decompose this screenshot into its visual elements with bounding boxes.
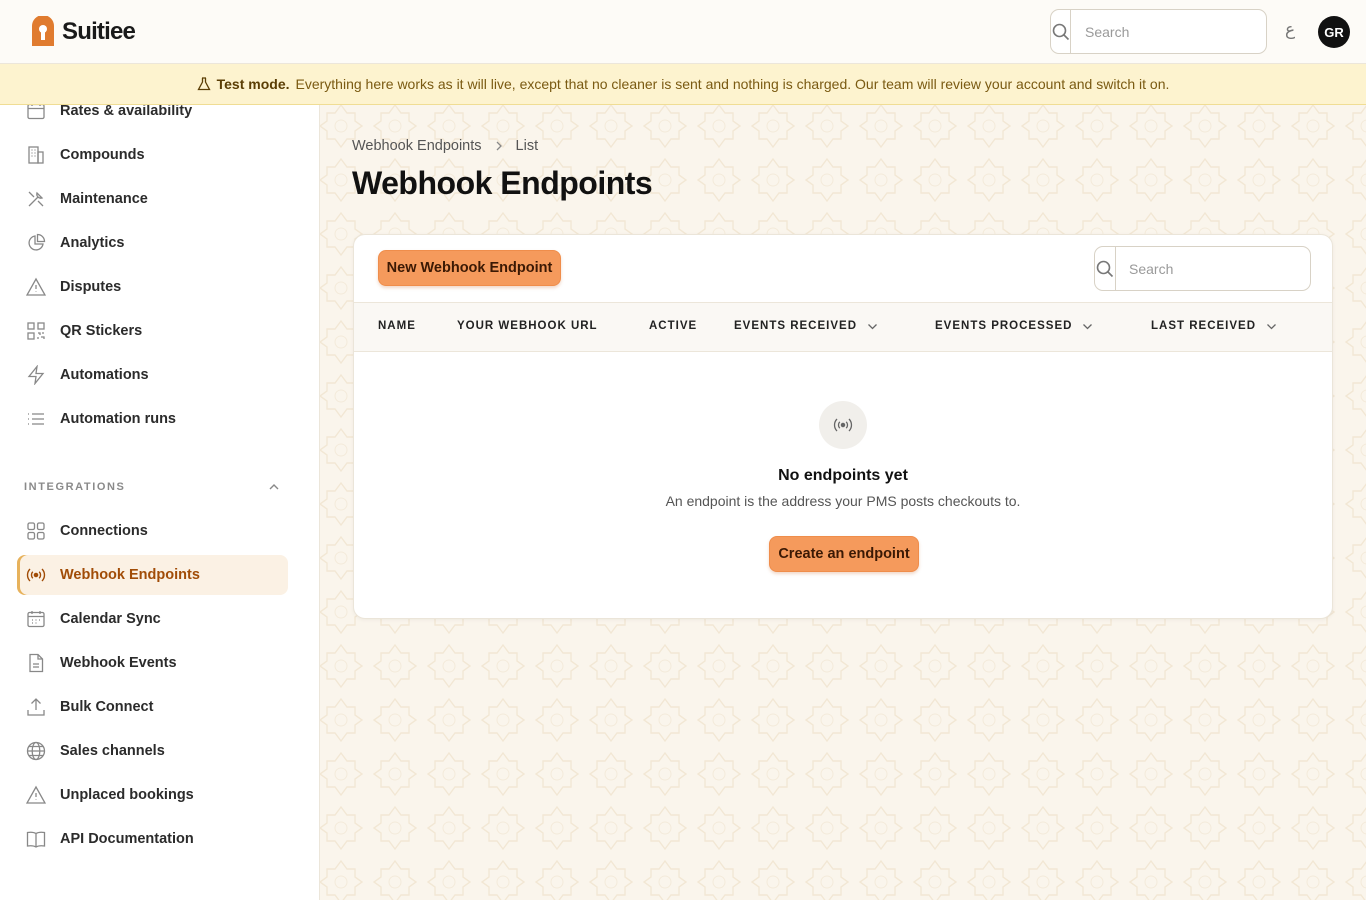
search-icon [1051, 10, 1071, 53]
table-search[interactable] [1094, 246, 1311, 291]
table-header: NAME YOUR WEBHOOK URL ACTIVE EVENTS RECE… [354, 302, 1332, 352]
table-search-input[interactable] [1116, 247, 1310, 290]
warning-icon [25, 276, 47, 298]
sidebar: Rates & availability Compounds Maintenan… [0, 105, 320, 900]
sidebar-item-unplaced-bookings[interactable]: Unplaced bookings [17, 775, 288, 815]
empty-state-icon [819, 401, 867, 449]
sidebar-item-label: Compounds [60, 147, 145, 163]
signal-icon [25, 564, 47, 586]
endpoints-table-card: New Webhook Endpoint NAME YOUR WEBHOOK U… [353, 234, 1333, 619]
tools-icon [25, 188, 47, 210]
sidebar-item-label: Rates & availability [60, 105, 193, 119]
column-header-last-received[interactable]: LAST RECEIVED [1151, 320, 1277, 332]
breadcrumb-current: List [515, 138, 539, 154]
banner-message: Everything here works as it will live, e… [295, 76, 1170, 92]
calendar-icon [25, 608, 47, 630]
section-integrations-label: INTEGRATIONS [24, 481, 126, 493]
column-header-name: NAME [378, 320, 416, 332]
calendar-icon [25, 105, 47, 122]
list-icon [25, 408, 47, 430]
sidebar-item-label: Calendar Sync [60, 611, 161, 627]
empty-state-description: An endpoint is the address your PMS post… [665, 493, 1021, 509]
test-mode-banner: Test mode. Everything here works as it w… [0, 64, 1366, 105]
main-content: Webhook Endpoints List Webhook Endpoints… [320, 105, 1366, 900]
column-label: EVENTS RECEIVED [734, 320, 857, 332]
column-label: EVENTS PROCESSED [935, 320, 1073, 332]
column-header-url: YOUR WEBHOOK URL [457, 320, 598, 332]
chevron-up-icon [269, 484, 279, 490]
sidebar-item-label: Disputes [60, 279, 122, 295]
sidebar-item-api-documentation[interactable]: API Documentation [17, 819, 288, 859]
sidebar-item-compounds[interactable]: Compounds [17, 135, 288, 175]
column-label: ACTIVE [649, 320, 698, 332]
sidebar-item-label: Unplaced bookings [60, 787, 194, 803]
qr-code-icon [25, 320, 47, 342]
sidebar-item-label: Bulk Connect [60, 699, 154, 715]
upload-icon [25, 696, 47, 718]
avatar[interactable]: GR [1318, 16, 1350, 48]
bolt-icon [25, 364, 47, 386]
global-search-input[interactable] [1071, 10, 1266, 53]
section-integrations[interactable]: INTEGRATIONS [24, 481, 280, 493]
chevron-right-icon [496, 141, 502, 151]
warning-icon [25, 784, 47, 806]
sidebar-item-automation-runs[interactable]: Automation runs [17, 399, 288, 439]
sidebar-item-automations[interactable]: Automations [17, 355, 288, 395]
sidebar-item-label: QR Stickers [60, 323, 143, 339]
pie-chart-icon [25, 232, 47, 254]
sidebar-item-label: Webhook Events [60, 655, 177, 671]
sidebar-item-label: API Documentation [60, 831, 194, 847]
app-name: Suitiee [62, 18, 136, 45]
top-bar: Suitiee ع GR [0, 0, 1366, 64]
language-switch[interactable]: ع [1285, 20, 1295, 40]
signal-icon [833, 418, 853, 432]
sidebar-item-qr-stickers[interactable]: QR Stickers [17, 311, 288, 351]
sidebar-item-connections[interactable]: Connections [17, 511, 288, 551]
sidebar-item-webhook-events[interactable]: Webhook Events [17, 643, 288, 683]
chevron-down-icon [1083, 323, 1093, 329]
globe-icon [25, 740, 47, 762]
sidebar-item-label: Maintenance [60, 191, 148, 207]
column-label: LAST RECEIVED [1151, 320, 1257, 332]
chevron-down-icon [1267, 323, 1276, 329]
column-label: NAME [378, 320, 416, 332]
sidebar-item-label: Automations [60, 367, 149, 383]
sidebar-item-label: Automation runs [60, 411, 176, 427]
sidebar-item-analytics[interactable]: Analytics [17, 223, 288, 263]
column-label: YOUR WEBHOOK URL [457, 320, 598, 332]
sidebar-item-label: Webhook Endpoints [60, 567, 200, 583]
new-webhook-endpoint-button[interactable]: New Webhook Endpoint [378, 250, 561, 286]
chevron-down-icon [868, 323, 877, 329]
breadcrumb-link[interactable]: Webhook Endpoints [352, 138, 482, 154]
sidebar-item-webhook-endpoints[interactable]: Webhook Endpoints [17, 555, 288, 595]
sidebar-item-label: Sales channels [60, 743, 165, 759]
sidebar-item-label: Analytics [60, 235, 125, 251]
create-endpoint-button[interactable]: Create an endpoint [769, 536, 919, 572]
logo-icon [32, 16, 54, 46]
sidebar-item-calendar-sync[interactable]: Calendar Sync [17, 599, 288, 639]
banner-label: Test mode. [216, 76, 290, 92]
sidebar-item-sales-channels[interactable]: Sales channels [17, 731, 288, 771]
column-header-events-received[interactable]: EVENTS RECEIVED [734, 320, 878, 332]
document-icon [25, 652, 47, 674]
column-header-events-processed[interactable]: EVENTS PROCESSED [935, 320, 1093, 332]
app-logo[interactable]: Suitiee [30, 16, 136, 48]
flask-icon [197, 77, 211, 91]
breadcrumb: Webhook Endpoints List [352, 138, 538, 154]
building-icon [25, 144, 47, 166]
book-icon [25, 828, 47, 850]
sidebar-item-disputes[interactable]: Disputes [17, 267, 288, 307]
sidebar-item-bulk-connect[interactable]: Bulk Connect [17, 687, 288, 727]
column-header-active: ACTIVE [649, 320, 697, 332]
sidebar-item-maintenance[interactable]: Maintenance [17, 179, 288, 219]
grid-icon [25, 520, 47, 542]
search-icon [1095, 247, 1116, 290]
page-title: Webhook Endpoints [352, 165, 653, 201]
sidebar-item-label: Connections [60, 523, 148, 539]
global-search[interactable] [1050, 9, 1267, 54]
sidebar-item-rates[interactable]: Rates & availability [17, 105, 288, 131]
empty-state-title: No endpoints yet [778, 467, 908, 484]
